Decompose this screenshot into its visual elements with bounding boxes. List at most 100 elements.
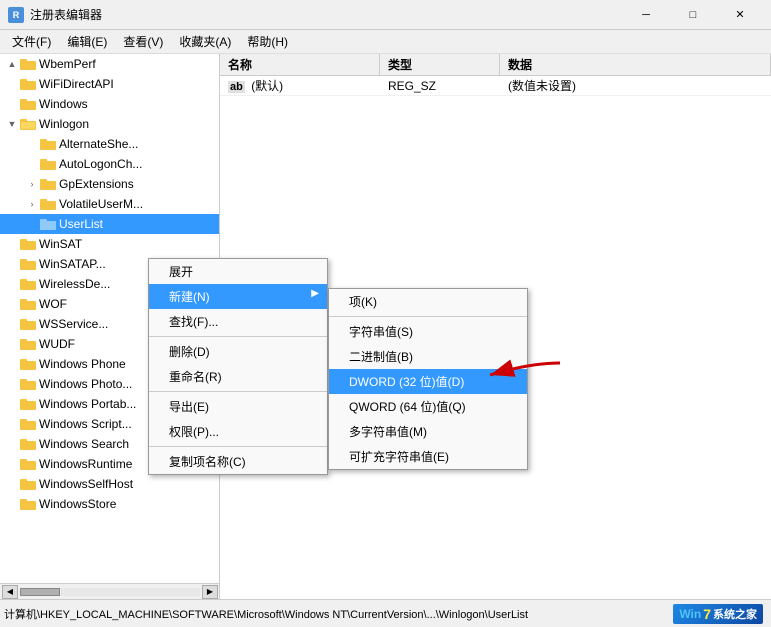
logo-badge: Win7系统之家	[673, 604, 763, 624]
arrow-icon: ›	[24, 179, 40, 189]
registry-row-default[interactable]: ab (默认) REG_SZ (数值未设置)	[220, 76, 771, 96]
arrow-icon: ▲	[4, 59, 20, 69]
sub-menu[interactable]: 项(K) 字符串值(S) 二进制值(B) DWORD (32 位)值(D) QW…	[328, 288, 528, 470]
reg-name: ab (默认)	[220, 77, 380, 94]
tree-item-wifidirectapi[interactable]: WiFiDirectAPI	[0, 74, 219, 94]
scroll-thumb[interactable]	[20, 588, 60, 596]
sub-item-dword[interactable]: DWORD (32 位)值(D)	[329, 369, 527, 394]
folder-icon	[20, 418, 36, 430]
ctx-separator-1	[149, 336, 327, 337]
context-menu[interactable]: 展开 新建(N) 查找(F)... 删除(D) 重命名(R) 导出(E) 权限(…	[148, 258, 328, 475]
tree-label: Windows Photo...	[39, 377, 132, 391]
folder-icon	[20, 318, 36, 330]
menu-file[interactable]: 文件(F)	[4, 31, 59, 52]
folder-icon	[20, 58, 36, 70]
ctx-new[interactable]: 新建(N)	[149, 284, 327, 309]
sub-item-binary[interactable]: 二进制值(B)	[329, 344, 527, 369]
tree-item-winlogon[interactable]: ▼ Winlogon	[0, 114, 219, 134]
tree-label: Windows Phone	[39, 357, 126, 371]
tree-label: Windows Portab...	[39, 397, 136, 411]
tree-item-wbemperf[interactable]: ▲ WbemPerf	[0, 54, 219, 74]
sub-item-multistring[interactable]: 多字符串值(M)	[329, 419, 527, 444]
tree-item-volatileuserm[interactable]: › VolatileUserM...	[0, 194, 219, 214]
tree-label: AlternateShe...	[59, 137, 138, 151]
menu-bar: 文件(F) 编辑(E) 查看(V) 收藏夹(A) 帮助(H)	[0, 30, 771, 54]
app-icon: R	[8, 7, 24, 23]
tree-scrollbar-x[interactable]: ◀ ▶	[0, 583, 220, 599]
tree-label: Windows	[39, 97, 88, 111]
folder-icon	[20, 238, 36, 250]
maximize-button[interactable]: □	[670, 0, 716, 30]
tree-label: Winlogon	[39, 117, 89, 131]
tree-item-winsat[interactable]: WinSAT	[0, 234, 219, 254]
tree-label: WindowsRuntime	[39, 457, 132, 471]
tree-label: VolatileUserM...	[59, 197, 143, 211]
folder-icon	[20, 398, 36, 410]
sub-item-expandstring[interactable]: 可扩充字符串值(E)	[329, 444, 527, 469]
folder-icon	[40, 198, 56, 210]
tree-item-windows[interactable]: Windows	[0, 94, 219, 114]
scroll-left-btn[interactable]: ◀	[2, 585, 18, 599]
ctx-separator-3	[149, 446, 327, 447]
ctx-rename[interactable]: 重命名(R)	[149, 364, 327, 389]
title-buttons: ─ □ ✕	[623, 0, 763, 30]
title-text: 注册表编辑器	[30, 6, 623, 23]
sub-item-qword[interactable]: QWORD (64 位)值(Q)	[329, 394, 527, 419]
folder-icon	[20, 278, 36, 290]
ctx-export[interactable]: 导出(E)	[149, 394, 327, 419]
menu-favorites[interactable]: 收藏夹(A)	[171, 31, 239, 52]
tree-label: WindowsSelfHost	[39, 477, 133, 491]
col-header-type: 类型	[380, 54, 500, 75]
folder-icon	[20, 298, 36, 310]
ctx-permissions[interactable]: 权限(P)...	[149, 419, 327, 444]
folder-icon	[20, 378, 36, 390]
ctx-separator-2	[149, 391, 327, 392]
folder-icon	[40, 158, 56, 170]
title-bar: R 注册表编辑器 ─ □ ✕	[0, 0, 771, 30]
ctx-delete[interactable]: 删除(D)	[149, 339, 327, 364]
sub-separator	[329, 316, 527, 317]
tree-item-gpextensions[interactable]: › GpExtensions	[0, 174, 219, 194]
close-button[interactable]: ✕	[717, 0, 763, 30]
ctx-find[interactable]: 查找(F)...	[149, 309, 327, 334]
tree-label: WinSATAP...	[39, 257, 106, 271]
tree-item-userlist[interactable]: UserList	[0, 214, 219, 234]
folder-icon	[40, 138, 56, 150]
tree-label: WinSAT	[39, 237, 82, 251]
folder-icon	[20, 458, 36, 470]
tree-item-autologonch[interactable]: AutoLogonCh...	[0, 154, 219, 174]
col-header-data: 数据	[500, 54, 771, 75]
folder-icon	[20, 498, 36, 510]
folder-icon	[20, 338, 36, 350]
folder-icon	[20, 438, 36, 450]
status-logo: Win7系统之家	[647, 602, 767, 626]
menu-view[interactable]: 查看(V)	[115, 31, 171, 52]
reg-type: REG_SZ	[380, 79, 500, 93]
folder-icon	[20, 358, 36, 370]
menu-edit[interactable]: 编辑(E)	[59, 31, 115, 52]
scroll-track	[20, 588, 200, 596]
ctx-copy-name[interactable]: 复制项名称(C)	[149, 449, 327, 474]
status-bar: 计算机\HKEY_LOCAL_MACHINE\SOFTWARE\Microsof…	[0, 599, 771, 627]
folder-icon-open	[20, 118, 36, 130]
tree-label: WUDF	[39, 337, 75, 351]
tree-label: Windows Search	[39, 437, 129, 451]
folder-icon	[40, 218, 56, 230]
tree-label: WbemPerf	[39, 57, 96, 71]
minimize-button[interactable]: ─	[623, 0, 669, 30]
tree-item-alternateshell[interactable]: AlternateShe...	[0, 134, 219, 154]
tree-label: WiFiDirectAPI	[39, 77, 114, 91]
tree-item-windowsselfhost[interactable]: WindowsSelfHost	[0, 474, 219, 494]
ctx-expand[interactable]: 展开	[149, 259, 327, 284]
tree-label: WSService...	[39, 317, 108, 331]
folder-icon	[40, 178, 56, 190]
tree-label: WOF	[39, 297, 67, 311]
tree-label: WindowsStore	[39, 497, 116, 511]
scroll-right-btn[interactable]: ▶	[202, 585, 218, 599]
sub-item-string[interactable]: 字符串值(S)	[329, 319, 527, 344]
tree-item-windowsstore[interactable]: WindowsStore	[0, 494, 219, 514]
sub-item-key[interactable]: 项(K)	[329, 289, 527, 314]
arrow-icon: ▼	[4, 119, 20, 129]
menu-help[interactable]: 帮助(H)	[239, 31, 296, 52]
tree-label: UserList	[59, 217, 103, 231]
